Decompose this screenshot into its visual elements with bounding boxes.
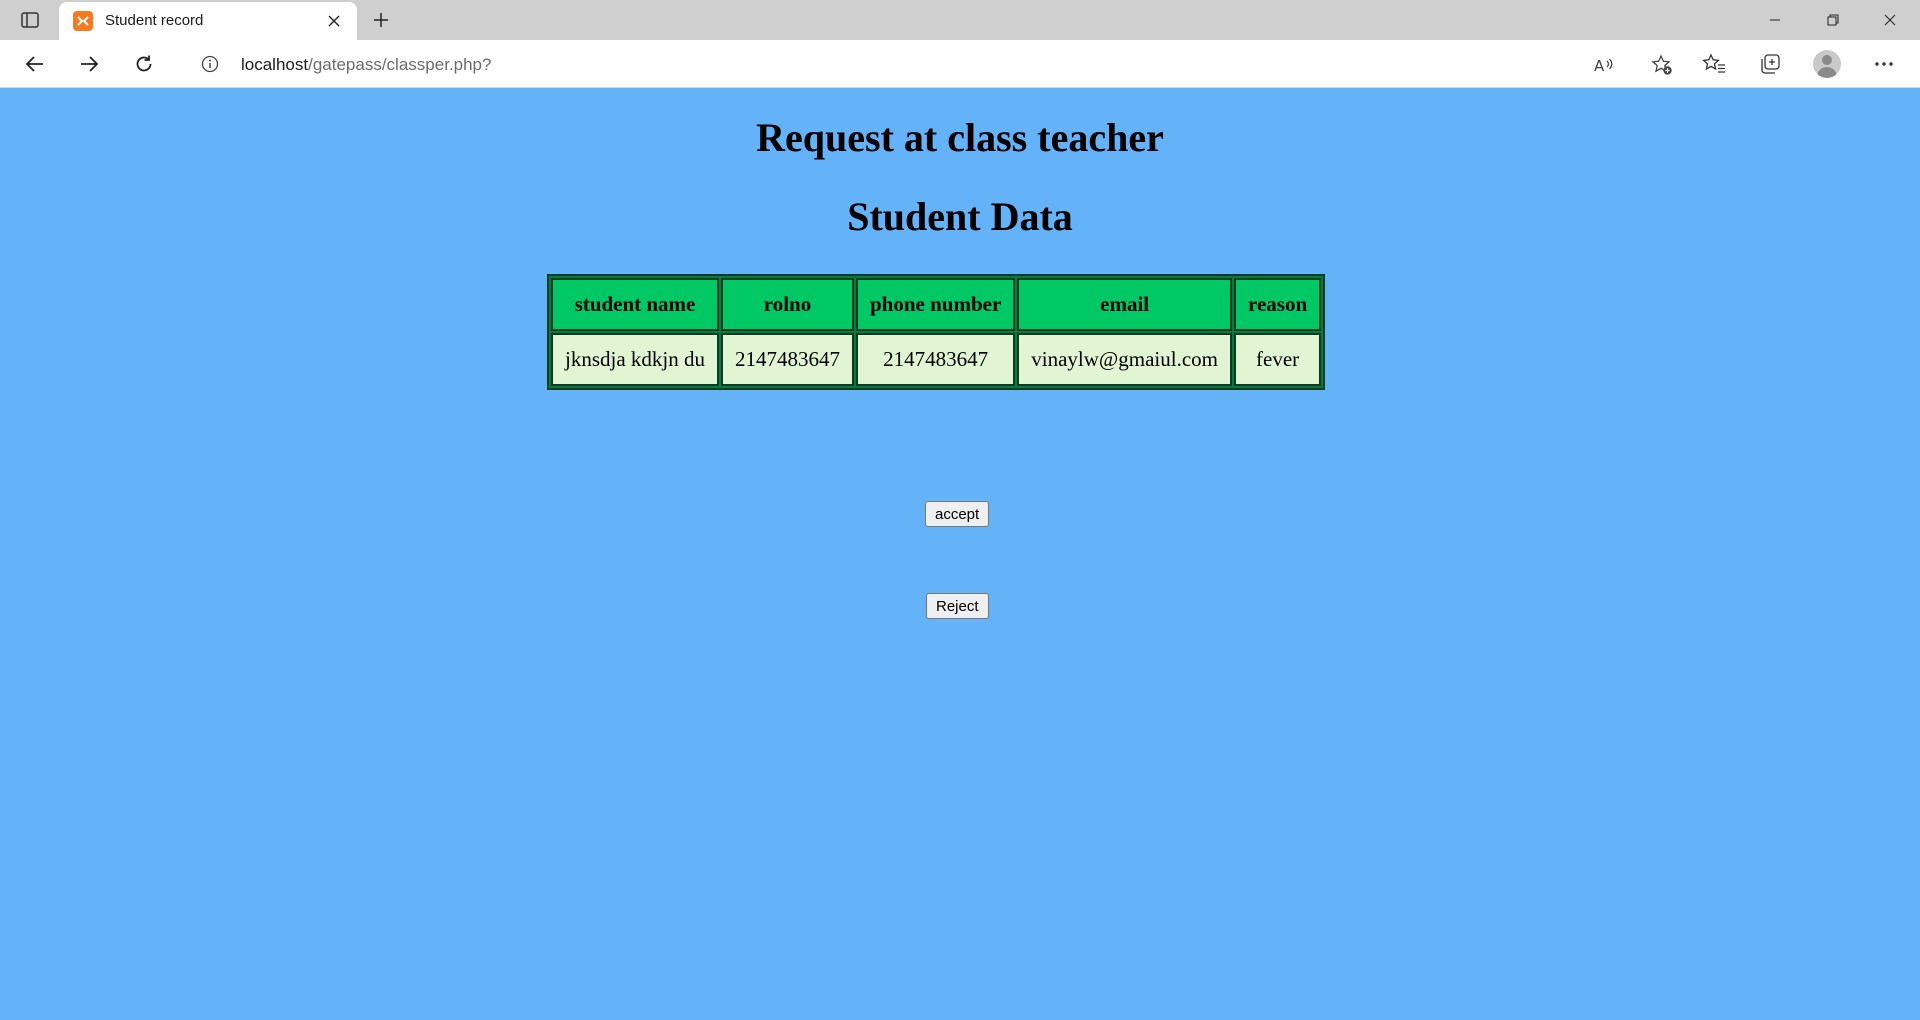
tab-actions-icon[interactable] bbox=[12, 6, 48, 34]
section-title: Student Data bbox=[847, 194, 1073, 239]
table-row: jknsdja kdkjn du 2147483647 2147483647 v… bbox=[551, 333, 1322, 386]
refresh-icon[interactable] bbox=[127, 48, 161, 80]
col-phone-number-header: phone number bbox=[856, 278, 1016, 331]
read-aloud-icon[interactable]: A bbox=[1592, 52, 1618, 78]
tab-title: Student record bbox=[105, 12, 204, 29]
add-favorite-icon[interactable] bbox=[1649, 52, 1675, 78]
browser-toolbar: localhost/gatepass/classper.php? A bbox=[0, 40, 1920, 88]
forward-arrow-icon[interactable] bbox=[72, 48, 106, 80]
favorites-icon[interactable] bbox=[1697, 48, 1731, 80]
table-header-row: student name rolno phone number email re… bbox=[551, 278, 1322, 331]
restore-icon[interactable] bbox=[1805, 0, 1861, 40]
more-icon[interactable] bbox=[1867, 48, 1901, 80]
reject-button[interactable]: Reject bbox=[926, 593, 989, 619]
cell-phone-number: 2147483647 bbox=[856, 333, 1016, 386]
student-data-table: student name rolno phone number email re… bbox=[547, 274, 1326, 390]
url-path: /gatepass/classper.php? bbox=[308, 55, 492, 74]
col-student-name-header: student name bbox=[551, 278, 719, 331]
url-text[interactable]: localhost/gatepass/classper.php? bbox=[241, 55, 491, 75]
back-arrow-icon[interactable] bbox=[18, 48, 52, 80]
col-reason-header: reason bbox=[1234, 278, 1322, 331]
cell-student-name: jknsdja kdkjn du bbox=[551, 333, 719, 386]
page-content: Request at class teacher Student Data st… bbox=[0, 88, 1920, 1020]
minimize-icon[interactable] bbox=[1747, 0, 1803, 40]
browser-tab[interactable]: Student record bbox=[59, 2, 357, 40]
url-host: localhost bbox=[241, 55, 309, 74]
profile-icon[interactable] bbox=[1813, 50, 1841, 78]
col-email-header: email bbox=[1017, 278, 1233, 331]
address-bar[interactable]: localhost/gatepass/classper.php? A bbox=[180, 46, 1680, 82]
window-close-icon[interactable] bbox=[1862, 0, 1918, 40]
col-rolno-header: rolno bbox=[721, 278, 854, 331]
accept-button[interactable]: accept bbox=[925, 501, 990, 527]
close-icon[interactable] bbox=[321, 8, 347, 34]
browser-tab-bar: Student record bbox=[0, 0, 1920, 40]
svg-text:A: A bbox=[1594, 57, 1605, 74]
cell-reason: fever bbox=[1234, 333, 1322, 386]
plus-icon[interactable] bbox=[366, 6, 396, 34]
cell-rolno: 2147483647 bbox=[721, 333, 854, 386]
cell-email: vinaylw@gmaiul.com bbox=[1017, 333, 1233, 386]
xampp-icon bbox=[73, 11, 93, 31]
page-title: Request at class teacher bbox=[756, 115, 1164, 160]
collections-icon[interactable] bbox=[1753, 48, 1787, 80]
info-icon[interactable] bbox=[200, 54, 220, 74]
